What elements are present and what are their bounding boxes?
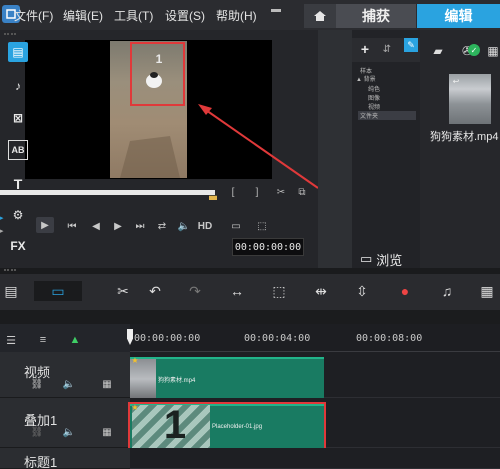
divider-grip [4, 269, 16, 271]
split-icon[interactable]: ✂ [274, 185, 288, 199]
subtitle-icon[interactable]: ▦ [476, 281, 498, 301]
smart-proxy-icon[interactable]: ⬚ [268, 281, 290, 301]
volume-icon[interactable]: 🔈 [176, 219, 192, 233]
tools-icon[interactable]: ✂ [112, 281, 134, 301]
playback-scrubber[interactable] [0, 190, 215, 195]
import-folder-icon[interactable]: ▰ [430, 44, 446, 58]
tree-item-selected[interactable]: 文件夹 [358, 111, 416, 120]
ruler-tick: 00:00:00:00 [134, 333, 201, 344]
overlay-clip-highlight-box [128, 402, 326, 450]
media-library-panel [420, 30, 500, 268]
timecode-display[interactable]: 00:00:00:00 [232, 238, 304, 256]
aspect-ratio-icon[interactable]: ▭ [228, 219, 244, 233]
filter-category-button[interactable]: ⚙ [8, 205, 28, 225]
next-frame-icon[interactable]: ▶ [110, 219, 126, 233]
tree-item[interactable]: 图像 [368, 93, 380, 102]
media-category-button[interactable]: ▤ [8, 42, 28, 62]
link-icon[interactable]: ⛓ [30, 426, 44, 438]
filmstrip-icon: ▤ [4, 282, 18, 299]
go-end-icon[interactable]: ⏭ [132, 219, 148, 233]
mute-icon[interactable]: 🔈 [62, 378, 76, 390]
title-category-button[interactable]: AB [8, 140, 28, 160]
ruler-tick: 00:00:04:00 [244, 333, 311, 344]
fx-category-button[interactable]: FX [8, 236, 28, 256]
music-note-icon: ♪ [15, 79, 21, 93]
timeline-view-button[interactable]: ▭ [34, 281, 82, 301]
clip-thumbnail [130, 359, 156, 399]
transition-category-button[interactable]: ⊠ [8, 108, 28, 128]
timeline-icon: ▭ [51, 282, 65, 299]
clip-mode-indicator[interactable]: ▸ [0, 227, 4, 235]
title-track-header[interactable]: 标题1 [0, 448, 130, 469]
go-start-icon[interactable]: ⏮ [64, 219, 80, 233]
mute-icon[interactable]: 🔈 [62, 426, 76, 438]
audio-mixer-icon[interactable]: ♫ [436, 281, 458, 301]
prev-frame-icon[interactable]: ◀ [88, 219, 104, 233]
text-category-button[interactable]: T [8, 174, 28, 194]
gear-cluster-icon: ⚙ [12, 208, 24, 222]
tree-item[interactable]: ▲ 背景 [356, 74, 376, 83]
record-icon[interactable]: ● [394, 281, 416, 301]
play-icon: ▶ [41, 219, 49, 231]
mark-out-button[interactable]: ] [250, 185, 264, 199]
mark-in-button[interactable]: [ [226, 185, 240, 199]
video-clip[interactable]: 狗狗素材.mp4 [130, 357, 324, 399]
media-icon: ▤ [12, 45, 24, 59]
expand-tracks-icon[interactable]: ▲ [68, 334, 82, 346]
library-category-strip [318, 30, 352, 268]
title-track-lane[interactable] [130, 448, 500, 469]
browse-icon: ▭ [360, 251, 373, 266]
ripple-icon[interactable]: ▦ [100, 426, 114, 438]
video-clip-badge-icon: ↩ [452, 76, 460, 86]
tree-item[interactable]: 视频 [368, 102, 380, 111]
media-filter-icon[interactable]: ▦ [486, 44, 500, 58]
ruler-tick: 00:00:08:00 [356, 333, 423, 344]
fit-timeline-icon[interactable]: ↔ [226, 281, 248, 301]
undo-icon[interactable]: ↶ [144, 281, 166, 301]
export-frame-icon[interactable]: ⬚ [254, 219, 270, 233]
overlay-track-header[interactable]: 叠加1 ⛓ 🔈 ▦ [0, 398, 130, 448]
track-name: 标题1 [24, 455, 58, 469]
used-checkmark-icon: ✓ [468, 44, 480, 56]
project-mode-indicator[interactable]: ▸ [0, 214, 4, 222]
clip-name: 狗狗素材.mp4 [158, 378, 196, 384]
tree-item[interactable]: 纯色 [368, 84, 380, 93]
sort-icon[interactable]: ⇵ [380, 42, 394, 56]
ripple-icon[interactable]: ▦ [100, 378, 114, 390]
star-icon: ★ [131, 355, 139, 365]
split-audio-icon[interactable]: ⇹ [310, 281, 332, 301]
add-track-icon[interactable]: ≡ [36, 334, 50, 346]
audio-category-button[interactable]: ♪ [8, 76, 28, 96]
add-folder-icon[interactable]: + [358, 41, 372, 57]
browse-label: 浏览 [376, 252, 403, 268]
play-button[interactable]: ▶ [36, 217, 54, 233]
snapshot-icon[interactable]: ⧉ [295, 185, 309, 199]
redo-icon[interactable]: ↷ [184, 281, 206, 301]
track-manager-icon[interactable]: ☰ [4, 334, 18, 347]
transition-icon: ⊠ [12, 111, 24, 125]
link-icon[interactable]: ⛓ [30, 378, 44, 390]
hd-toggle[interactable]: HD [197, 219, 213, 233]
media-filename: 狗狗素材.mp4 [430, 131, 499, 143]
pin-icon[interactable]: ✎ [404, 38, 418, 52]
browse-button[interactable]: ▭ 浏览 [360, 250, 414, 268]
motion-icon[interactable]: ⇳ [351, 281, 373, 301]
video-track-header[interactable]: 视频 ⛓ 🔈 ▦ [0, 352, 130, 398]
repeat-icon[interactable]: ⇄ [154, 219, 170, 233]
storyboard-view-button[interactable]: ▤ [0, 281, 22, 301]
